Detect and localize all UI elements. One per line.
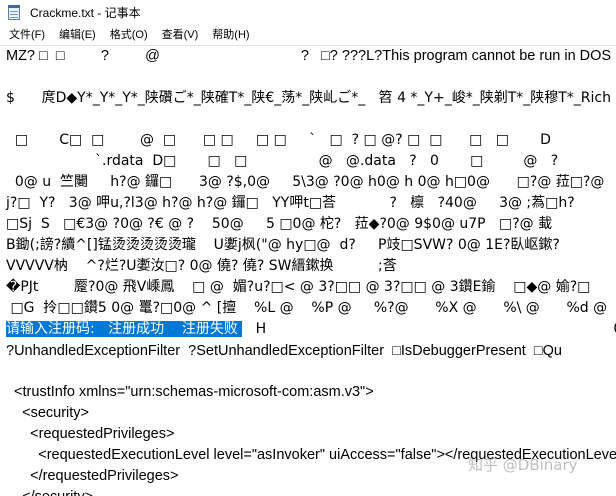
text-line: $ 庹D◆Y*_Y*_Y*_陕礸ご*_陕確T*_陕€_荡*_陕乢ご*_ 笤 4 … <box>6 90 611 106</box>
text-selection[interactable]: 请输入注册码: 注册成功 注册失败 <box>6 321 243 337</box>
text-line: <requestedPrivileges> <box>6 426 175 442</box>
text-line: ?UnhandledExceptionFilter ?SetUnhandledE… <box>6 343 562 359</box>
text-line: MZ? □ □ ? @ ? □? ???L?This program canno… <box>6 48 616 64</box>
menu-bar: 文件(F) 编辑(E) 格式(O) 查看(V) 帮助(H) <box>0 25 616 45</box>
text-line: �PJt 蹷?0@ 飛V嵊鳳 □ @ 媚?u?□< @ 3?□□ @ 3?□□ … <box>6 279 591 295</box>
text-line: j?□ Y? 3@ 呷u,?l3@ h?@ h?@ 鑼□ YY呷t□荅 ? 檩 … <box>6 195 575 211</box>
text-line: VVVVV枘 ^?烂?U嬱汝□? 0@ 僥? 僥? SW縉鏉换 ;莟 <box>6 258 397 274</box>
text-line: □ C□ □ @ □ □ □ □ □ ` □ ? □ @? □ □ □ □ D <box>6 132 551 148</box>
text-post: H 0( <box>242 321 616 337</box>
zhihu-watermark: 知乎 @DBinary <box>468 456 578 474</box>
text-line: 0@ u 竺闄 h?@ 鑼□ 3@ ?$,0@ 5\3@ ?0@ h0@ h 0… <box>6 174 605 190</box>
text-line: □Sj S □€3@ ?0@ ?€ @ ? 50@ 5 □0@ 柁? 菈◆?0@… <box>6 216 553 232</box>
menu-view[interactable]: 查看(V) <box>155 25 206 45</box>
menu-file[interactable]: 文件(F) <box>2 25 52 45</box>
text-line: <security> <box>6 405 90 421</box>
text-line: </security> <box>6 487 93 496</box>
text-editor[interactable]: MZ? □ □ ? @ ? □? ???L?This program canno… <box>0 46 616 496</box>
text-line: `.rdata D□ □ □ @ @.data ? 0 □ @ ? <box>6 153 559 169</box>
notepad-icon <box>6 4 22 21</box>
text-line: <trustInfo xmlns="urn:schemas-microsoft-… <box>6 384 374 400</box>
text-line-selected: 请输入注册码: 注册成功 注册失败 H 0( <box>6 319 616 339</box>
text-line: B鋤(;謗?續^[]锰烫烫烫烫烫瓏 U嬱j枫("@ hy□@ d? P攱□SVW… <box>6 237 560 253</box>
menu-format[interactable]: 格式(O) <box>103 25 155 45</box>
menu-edit[interactable]: 编辑(E) <box>52 25 103 45</box>
text-line: </requestedPrivileges> <box>6 468 179 484</box>
text-line: □G 拎□□鑽5 0@ 鼍?□0@ ^ [擅 %L @ %P @ %?@ %X … <box>6 300 608 316</box>
title-bar[interactable]: Crackme.txt - 记事本 <box>0 0 616 25</box>
window-title: Crackme.txt - 记事本 <box>30 6 141 20</box>
menu-help[interactable]: 帮助(H) <box>205 25 256 45</box>
